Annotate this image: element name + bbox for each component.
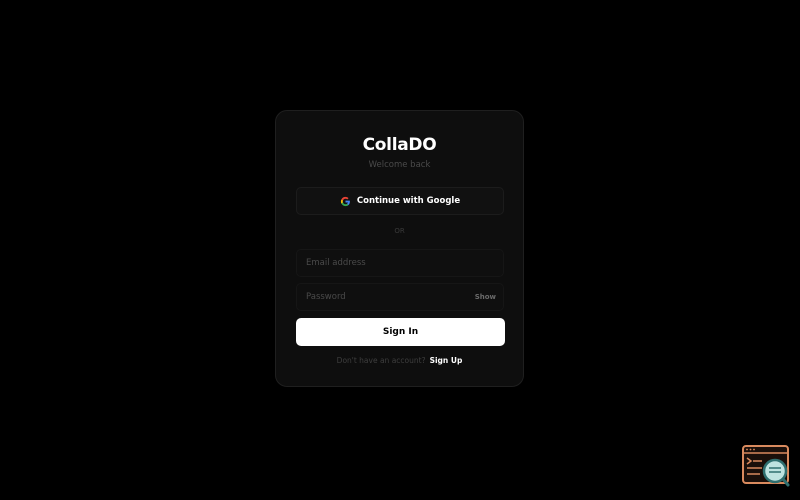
sign-in-button[interactable]: Sign In [296, 318, 505, 346]
google-button-label: Continue with Google [356, 196, 461, 206]
show-password-toggle[interactable]: Show [475, 284, 496, 310]
google-icon [340, 196, 350, 206]
devtools-search-icon[interactable] [742, 445, 790, 487]
sign-up-link[interactable]: Sign Up [430, 356, 463, 365]
app-logo-text: CollaDO [362, 135, 437, 155]
email-field-container [296, 249, 504, 277]
login-card: CollaDO Welcome back Continue with Googl… [275, 110, 524, 387]
login-page: CollaDO Welcome back Continue with Googl… [0, 0, 800, 500]
welcome-subtitle: Welcome back [368, 160, 431, 170]
email-input[interactable] [297, 250, 503, 276]
google-signin-button[interactable]: Continue with Google [296, 187, 504, 215]
signup-prompt: Don't have an account? [336, 356, 426, 365]
password-input[interactable] [297, 284, 503, 310]
or-divider: OR [394, 227, 405, 235]
password-field-container: Show [296, 283, 504, 311]
signup-row: Don't have an account? Sign Up [276, 355, 523, 367]
